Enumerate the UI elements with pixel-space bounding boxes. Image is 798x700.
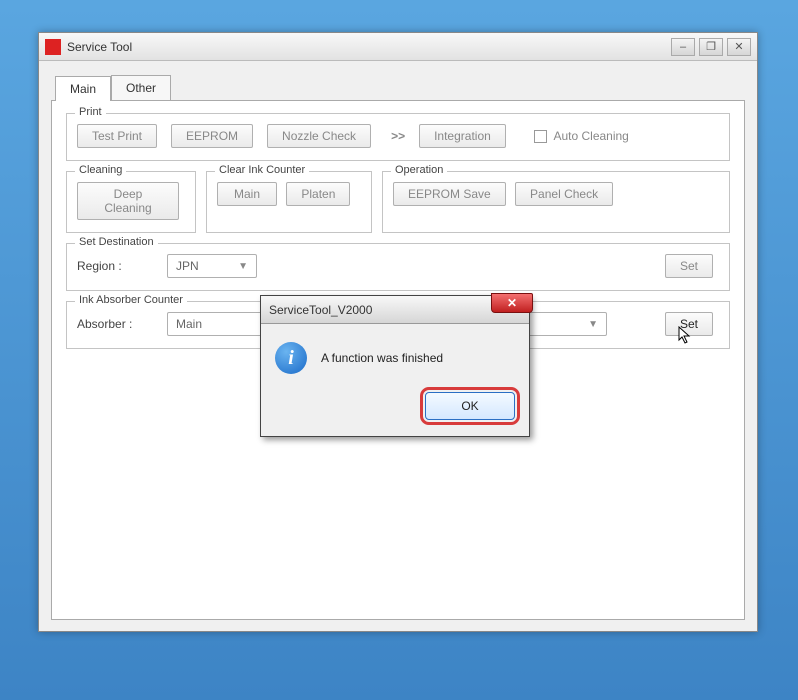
region-label: Region : — [77, 259, 159, 273]
chevron-down-icon: ▼ — [588, 319, 598, 330]
message-dialog: ServiceTool_V2000 ✕ i A function was fin… — [260, 295, 530, 437]
ink-absorber-legend: Ink Absorber Counter — [75, 294, 187, 306]
dialog-titlebar: ServiceTool_V2000 ✕ — [261, 296, 529, 324]
clear-ink-legend: Clear Ink Counter — [215, 164, 309, 176]
eeprom-save-button[interactable]: EEPROM Save — [393, 182, 506, 206]
set-destination-legend: Set Destination — [75, 236, 158, 248]
region-value: JPN — [176, 259, 199, 273]
set-destination-set-button[interactable]: Set — [665, 254, 713, 278]
dialog-body: i A function was finished — [261, 324, 529, 382]
operation-group: Operation EEPROM Save Panel Check — [382, 171, 730, 233]
minimize-button[interactable]: – — [671, 38, 695, 56]
auto-cleaning-checkbox[interactable]: Auto Cleaning — [534, 129, 629, 143]
dialog-title: ServiceTool_V2000 — [269, 303, 372, 317]
test-print-button[interactable]: Test Print — [77, 124, 157, 148]
auto-cleaning-label: Auto Cleaning — [553, 129, 628, 143]
eeprom-button[interactable]: EEPROM — [171, 124, 253, 148]
dialog-footer: OK — [261, 382, 529, 436]
cursor-icon — [678, 326, 694, 346]
region-select[interactable]: JPN ▼ — [167, 254, 257, 278]
panel-check-button[interactable]: Panel Check — [515, 182, 613, 206]
window-title: Service Tool — [67, 40, 671, 54]
info-icon: i — [275, 342, 307, 374]
absorber-label: Absorber : — [77, 317, 159, 331]
set-destination-group: Set Destination Region : JPN ▼ Set — [66, 243, 730, 291]
cleaning-group: Cleaning Deep Cleaning — [66, 171, 196, 233]
dialog-close-button[interactable]: ✕ — [491, 293, 533, 313]
clear-ink-platen-button[interactable]: Platen — [286, 182, 350, 206]
tab-main[interactable]: Main — [55, 76, 111, 101]
deep-cleaning-button[interactable]: Deep Cleaning — [77, 182, 179, 220]
clear-ink-main-button[interactable]: Main — [217, 182, 277, 206]
print-legend: Print — [75, 106, 106, 118]
ok-button[interactable]: OK — [425, 392, 515, 420]
close-icon: ✕ — [507, 296, 517, 310]
operation-legend: Operation — [391, 164, 447, 176]
nozzle-check-button[interactable]: Nozzle Check — [267, 124, 371, 148]
chevron-down-icon: ▼ — [238, 261, 248, 272]
absorber-value: Main — [176, 317, 202, 331]
tab-strip: Main Other — [55, 75, 757, 100]
clear-ink-group: Clear Ink Counter Main Platen — [206, 171, 372, 233]
window-controls: – ❐ ✕ — [671, 38, 751, 56]
tab-other[interactable]: Other — [111, 75, 171, 100]
print-group: Print Test Print EEPROM Nozzle Check >> … — [66, 113, 730, 161]
close-button[interactable]: ✕ — [727, 38, 751, 56]
app-icon — [45, 39, 61, 55]
dialog-message: A function was finished — [321, 351, 443, 365]
checkbox-icon — [534, 130, 547, 143]
maximize-button[interactable]: ❐ — [699, 38, 723, 56]
integration-button[interactable]: Integration — [419, 124, 506, 148]
titlebar: Service Tool – ❐ ✕ — [39, 33, 757, 61]
cleaning-legend: Cleaning — [75, 164, 126, 176]
more-arrows-icon[interactable]: >> — [385, 129, 411, 143]
